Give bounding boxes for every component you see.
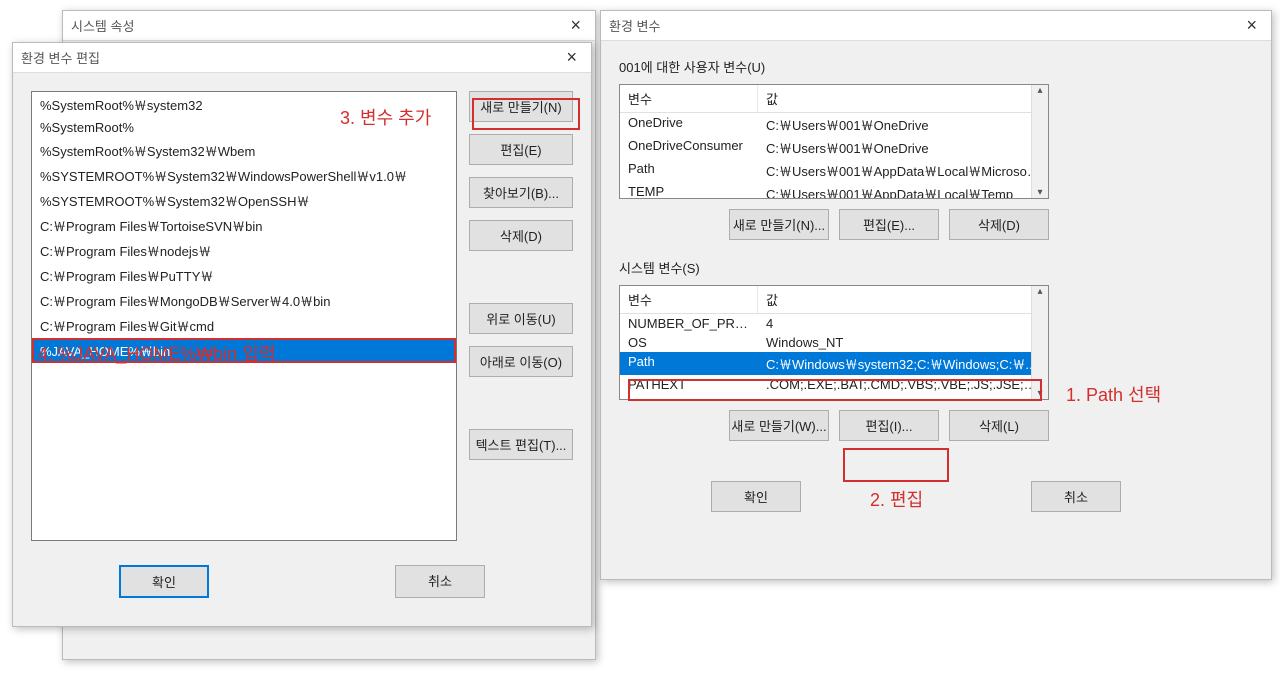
edit-button-column: 새로 만들기(N) 편집(E) 찾아보기(B)... 삭제(D) 위로 이동(U… [469,91,573,541]
user-vars-group: 001에 대한 사용자 변수(U) 변수 값 OneDriveC:￦Users￦… [619,57,1253,240]
user-delete-button[interactable]: 삭제(D) [949,209,1049,240]
sys-edit-button[interactable]: 편집(I)... [839,410,939,441]
env-title: 환경 변수 [609,16,1240,35]
sys-delete-button[interactable]: 삭제(L) [949,410,1049,441]
cell-var: Path [620,352,758,375]
cell-var: Path [620,159,758,182]
cell-val: C:￦Users￦001￦AppData￦Local￦Microsoft... [758,159,1048,182]
table-row[interactable]: NUMBER_OF_PRO...4 [620,314,1048,333]
col-variable[interactable]: 변수 [620,85,758,112]
user-vars-label: 001에 대한 사용자 변수(U) [619,57,1253,76]
environment-variables-dialog: 환경 변수 × 001에 대한 사용자 변수(U) 변수 값 OneDriveC… [600,10,1272,580]
user-vars-table[interactable]: 변수 값 OneDriveC:￦Users￦001￦OneDriveOneDri… [619,84,1049,199]
col-variable[interactable]: 변수 [620,286,758,313]
list-item[interactable]: %JAVA_HOME%￦bin [32,338,456,363]
scroll-down-icon[interactable]: ▾ [1032,187,1048,198]
cell-val: C:￦Users￦001￦OneDrive [758,136,1048,159]
list-item[interactable]: %SystemRoot%￦system32 [32,92,456,117]
list-item[interactable]: C:￦Program Files￦PuTTY￦ [32,263,456,288]
cell-var: TEMP [620,182,758,199]
close-icon[interactable]: × [564,15,587,36]
edit-env-var-dialog: 환경 변수 편집 × %SystemRoot%￦system32%SystemR… [12,42,592,627]
list-item[interactable]: %SystemRoot%￦System32￦Wbem [32,138,456,163]
table-row[interactable]: PATHEXT.COM;.EXE;.BAT;.CMD;.VBS;.VBE;.JS… [620,375,1048,394]
cancel-button[interactable]: 취소 [1031,481,1121,512]
list-item[interactable]: C:￦Program Files￦MongoDB￦Server￦4.0￦bin [32,288,456,313]
cell-var: OneDriveConsumer [620,136,758,159]
browse-button[interactable]: 찾아보기(B)... [469,177,573,208]
user-new-button[interactable]: 새로 만들기(N)... [729,209,829,240]
edit-titlebar: 환경 변수 편집 × [13,43,591,73]
table-row[interactable]: PathC:￦Users￦001￦AppData￦Local￦Microsoft… [620,159,1048,182]
cell-val: 4 [758,314,1048,333]
sysprops-title: 시스템 속성 [71,16,564,35]
cell-var: NUMBER_OF_PRO... [620,314,758,333]
close-icon[interactable]: × [560,47,583,68]
move-down-button[interactable]: 아래로 이동(O) [469,346,573,377]
col-value[interactable]: 값 [758,85,1048,112]
scroll-up-icon[interactable]: ▴ [1032,286,1048,297]
col-value[interactable]: 값 [758,286,1048,313]
edit-button[interactable]: 편집(E) [469,134,573,165]
cell-val: C:￦Windows￦system32;C:￦Windows;C:￦... [758,352,1048,375]
new-button[interactable]: 새로 만들기(N) [469,91,573,122]
cell-val: Windows_NT [758,333,1048,352]
ok-button[interactable]: 확인 [711,481,801,512]
table-row[interactable]: OneDriveC:￦Users￦001￦OneDrive [620,113,1048,136]
scrollbar[interactable]: ▴ ▾ [1031,85,1048,198]
env-titlebar: 환경 변수 × [601,11,1271,41]
table-row[interactable]: TEMPC:￦Users￦001￦AppData￦Local￦Temp [620,182,1048,199]
table-row[interactable]: PathC:￦Windows￦system32;C:￦Windows;C:￦..… [620,352,1048,375]
scroll-down-icon[interactable]: ▾ [1032,388,1048,399]
system-vars-group: 시스템 변수(S) 변수 값 NUMBER_OF_PRO...4OSWindow… [619,258,1253,441]
cell-val: C:￦Users￦001￦OneDrive [758,113,1048,136]
scrollbar[interactable]: ▴ ▾ [1031,286,1048,399]
cell-val: C:￦Users￦001￦AppData￦Local￦Temp [758,182,1048,199]
list-item[interactable]: C:￦Program Files￦TortoiseSVN￦bin [32,213,456,238]
ok-button[interactable]: 확인 [119,565,209,598]
sysprops-titlebar: 시스템 속성 × [63,11,595,41]
scroll-up-icon[interactable]: ▴ [1032,85,1048,96]
list-item[interactable]: C:￦Program Files￦nodejs￦ [32,238,456,263]
table-row[interactable]: OneDriveConsumerC:￦Users￦001￦OneDrive [620,136,1048,159]
edit-title: 환경 변수 편집 [21,48,560,67]
cell-var: OS [620,333,758,352]
list-item[interactable]: %SYSTEMROOT%￦System32￦OpenSSH￦ [32,188,456,213]
delete-button[interactable]: 삭제(D) [469,220,573,251]
user-edit-button[interactable]: 편집(E)... [839,209,939,240]
text-edit-button[interactable]: 텍스트 편집(T)... [469,429,573,460]
cell-var: OneDrive [620,113,758,136]
system-vars-table[interactable]: 변수 값 NUMBER_OF_PRO...4OSWindows_NTPathC:… [619,285,1049,400]
list-item[interactable]: %SystemRoot% [32,117,456,138]
move-up-button[interactable]: 위로 이동(U) [469,303,573,334]
cell-val: .COM;.EXE;.BAT;.CMD;.VBS;.VBE;.JS;.JSE;.… [758,375,1048,394]
close-icon[interactable]: × [1240,15,1263,36]
list-item[interactable]: %SYSTEMROOT%￦System32￦WindowsPowerShell￦… [32,163,456,188]
table-row[interactable]: OSWindows_NT [620,333,1048,352]
path-values-list[interactable]: %SystemRoot%￦system32%SystemRoot%%System… [31,91,457,541]
cancel-button[interactable]: 취소 [395,565,485,598]
system-vars-label: 시스템 변수(S) [619,258,1253,277]
cell-var: PATHEXT [620,375,758,394]
sys-new-button[interactable]: 새로 만들기(W)... [729,410,829,441]
list-item[interactable]: C:￦Program Files￦Git￦cmd [32,313,456,338]
